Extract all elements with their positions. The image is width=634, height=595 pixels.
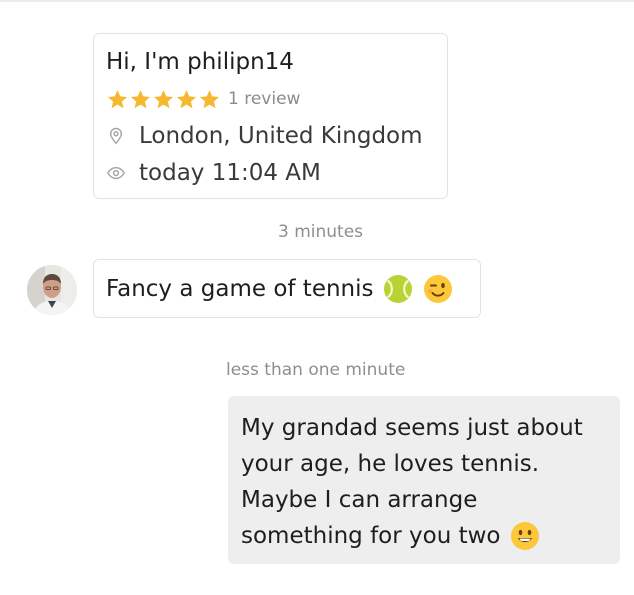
location-text: London, United Kingdom bbox=[139, 123, 423, 149]
message-timestamp: 3 minutes bbox=[278, 222, 364, 242]
profile-card[interactable]: Hi, I'm philipn14 1 review London, Unite… bbox=[93, 33, 448, 199]
star-rating bbox=[106, 88, 221, 111]
location-row: London, United Kingdom bbox=[106, 121, 423, 151]
star-icon bbox=[107, 89, 128, 108]
eye-icon bbox=[106, 166, 126, 180]
rating-row[interactable]: 1 review bbox=[106, 87, 300, 111]
outgoing-message-line: My grandad seems just about bbox=[241, 415, 583, 441]
location-pin-icon bbox=[109, 127, 123, 145]
tennis-ball-icon bbox=[383, 274, 412, 303]
smiling-face-icon bbox=[510, 522, 539, 550]
last-seen-row: today 11:04 AM bbox=[106, 158, 321, 188]
review-count-link[interactable]: 1 review bbox=[228, 89, 300, 109]
outgoing-message-line: something for you two bbox=[241, 523, 501, 549]
outgoing-message-line: Maybe I can arrange bbox=[241, 487, 478, 513]
star-icon bbox=[176, 89, 197, 108]
star-icon bbox=[199, 89, 220, 108]
outgoing-message-bubble[interactable]: My grandad seems just about your age, he… bbox=[228, 396, 620, 564]
last-seen-text: today 11:04 AM bbox=[139, 160, 321, 186]
star-icon bbox=[153, 89, 174, 108]
header-divider bbox=[0, 0, 634, 2]
star-icon bbox=[130, 89, 151, 108]
message-timestamp: less than one minute bbox=[226, 360, 406, 380]
avatar[interactable] bbox=[27, 265, 77, 315]
outgoing-message-line: your age, he loves tennis. bbox=[241, 451, 540, 477]
incoming-message-text: Fancy a game of tennis bbox=[106, 275, 374, 302]
winking-face-icon bbox=[423, 274, 452, 303]
incoming-message-bubble[interactable]: Fancy a game of tennis bbox=[93, 259, 481, 318]
outgoing-message-last-line: something for you two bbox=[241, 518, 610, 554]
profile-greeting: Hi, I'm philipn14 bbox=[106, 49, 294, 75]
